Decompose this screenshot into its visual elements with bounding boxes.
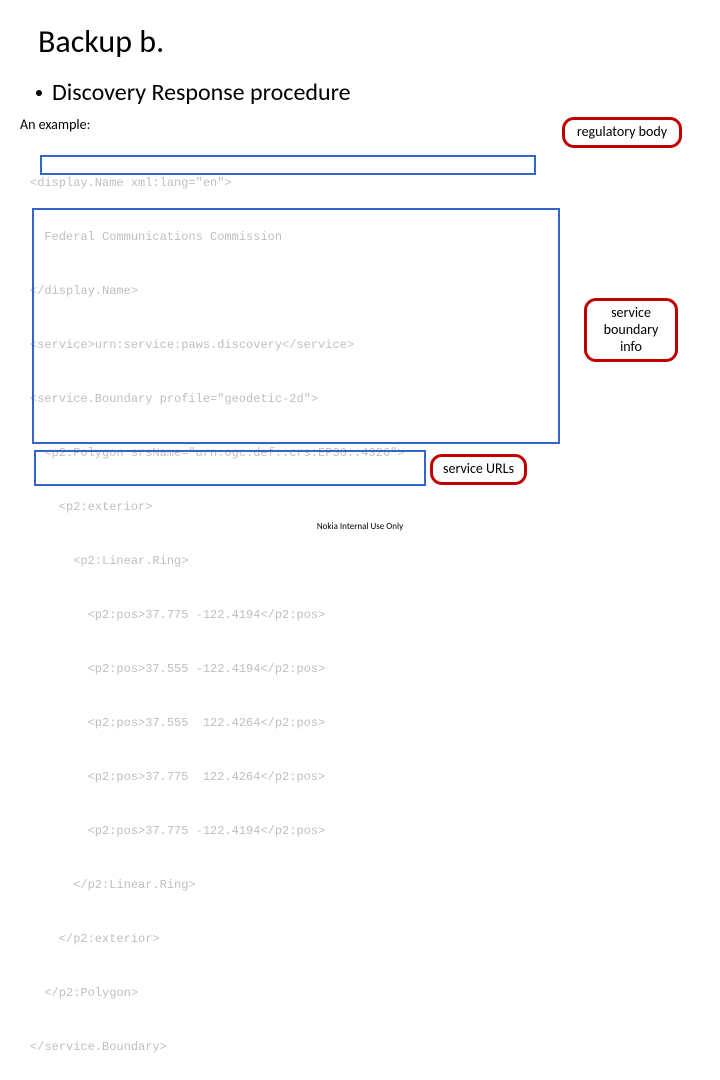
code-line: </p2:Linear.Ring> xyxy=(30,876,570,894)
highlight-box-service-boundary xyxy=(32,208,560,444)
code-line: <p2:exterior> xyxy=(30,498,570,516)
code-line: <p2:pos>37.555 -122.4194</p2:pos> xyxy=(30,660,570,678)
code-line: <p2:pos>37.775 -122.4194</p2:pos> xyxy=(30,822,570,840)
code-line: </p2:Polygon> xyxy=(30,984,570,1002)
slide-title: Backup b. xyxy=(38,22,164,61)
callout-regulatory-body: regulatory body xyxy=(562,117,682,148)
bullet-row: Discovery Response procedure xyxy=(36,78,351,107)
bullet-dot-icon xyxy=(36,90,42,96)
code-line: <p2:Linear.Ring> xyxy=(30,552,570,570)
footer-classification: Nokia Internal Use Only xyxy=(0,521,720,532)
highlight-box-service-urls xyxy=(34,450,426,486)
code-line: <p2:pos>37.775 -122.4194</p2:pos> xyxy=(30,606,570,624)
example-label: An example: xyxy=(20,116,90,133)
highlight-box-regulatory xyxy=(40,155,536,175)
code-line: </p2:exterior> xyxy=(30,930,570,948)
callout-service-urls: service URLs xyxy=(430,454,527,485)
code-line: <p2:pos>37.775 122.4264</p2:pos> xyxy=(30,768,570,786)
code-line: <display.Name xml:lang="en"> xyxy=(30,174,570,192)
bullet-text: Discovery Response procedure xyxy=(52,78,351,107)
code-line: <p2:pos>37.555 122.4264</p2:pos> xyxy=(30,714,570,732)
callout-service-boundary: serviceboundaryinfo xyxy=(584,298,678,362)
code-line: </service.Boundary> xyxy=(30,1038,570,1056)
